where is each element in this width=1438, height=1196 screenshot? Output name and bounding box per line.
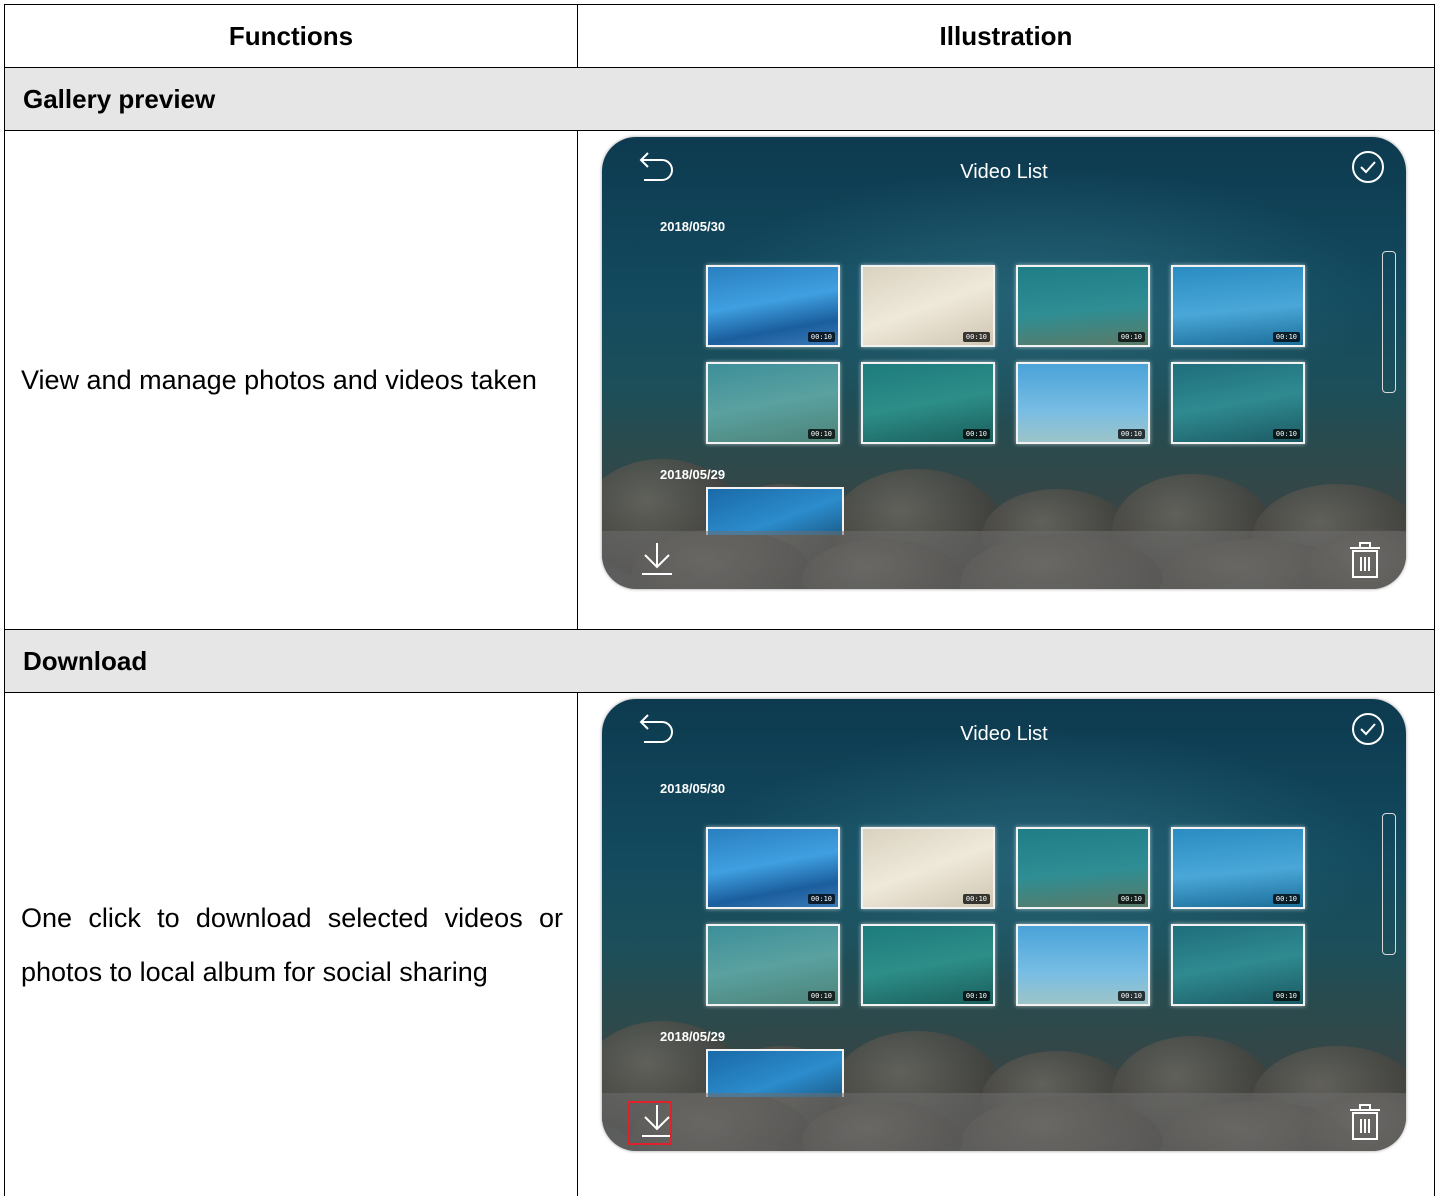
- video-thumbnail[interactable]: 00:10: [706, 265, 840, 347]
- duration-badge: 00:10: [1273, 894, 1300, 904]
- function-description: One click to download selected videos or…: [5, 891, 577, 999]
- video-thumbnail[interactable]: [706, 1049, 844, 1097]
- duration-badge: 00:10: [963, 894, 990, 904]
- function-cell-download: One click to download selected videos or…: [5, 693, 578, 1196]
- illustration-cell-download: Video List2018/05/3000:1000:1000:1000:10…: [578, 693, 1435, 1196]
- duration-badge: 00:10: [1273, 332, 1300, 342]
- video-thumbnail[interactable]: 00:10: [1171, 827, 1305, 909]
- date-label: 2018/05/30: [660, 781, 725, 796]
- scrollbar[interactable]: [1382, 813, 1396, 955]
- trash-icon[interactable]: [1348, 1101, 1382, 1141]
- video-thumbnail[interactable]: 00:10: [861, 924, 995, 1006]
- date-label: 2018/05/29: [660, 1029, 725, 1044]
- app-screenshot: Video List2018/05/3000:1000:1000:1000:10…: [602, 699, 1406, 1151]
- trash-icon[interactable]: [1348, 539, 1382, 579]
- video-thumbnail[interactable]: 00:10: [861, 362, 995, 444]
- duration-badge: 00:10: [1273, 429, 1300, 439]
- app-screenshot: Video List2018/05/3000:1000:1000:1000:10…: [602, 137, 1406, 589]
- video-grid: 00:10 00:10 00:10 00:10 00:10 00:10 00:10 00:10: [706, 827, 1305, 1006]
- video-thumbnail[interactable]: 00:10: [1171, 924, 1305, 1006]
- duration-badge: 00:10: [963, 332, 990, 342]
- section-title-gallery-preview: Gallery preview: [5, 68, 1435, 131]
- video-thumbnail[interactable]: 00:10: [861, 265, 995, 347]
- duration-badge: 00:10: [1118, 429, 1145, 439]
- video-thumbnail[interactable]: 00:10: [861, 827, 995, 909]
- bottom-toolbar: [602, 1093, 1406, 1151]
- duration-badge: 00:10: [963, 429, 990, 439]
- video-thumbnail[interactable]: 00:10: [1016, 827, 1150, 909]
- functions-table: Functions Illustration Gallery preview V…: [4, 4, 1435, 1196]
- video-thumbnail[interactable]: 00:10: [706, 827, 840, 909]
- video-thumbnail[interactable]: 00:10: [1016, 362, 1150, 444]
- illustration-header: Illustration: [578, 5, 1435, 68]
- check-circle-icon[interactable]: [1350, 149, 1386, 185]
- video-grid: 00:10 00:10 00:10 00:10 00:10 00:10 00:10 00:10: [706, 265, 1305, 444]
- function-cell-gallery: View and manage photos and videos taken: [5, 131, 578, 630]
- video-thumbnail[interactable]: 00:10: [1016, 924, 1150, 1006]
- bottom-toolbar: [602, 531, 1406, 589]
- date-label: 2018/05/30: [660, 219, 725, 234]
- download-highlight-box: [628, 1101, 672, 1145]
- video-thumbnail[interactable]: 00:10: [706, 362, 840, 444]
- screen-title: Video List: [602, 723, 1406, 746]
- video-thumbnail[interactable]: 00:10: [706, 924, 840, 1006]
- duration-badge: 00:10: [808, 991, 835, 1001]
- video-thumbnail[interactable]: 00:10: [1171, 362, 1305, 444]
- screen-title: Video List: [602, 161, 1406, 184]
- video-thumbnail[interactable]: [706, 487, 844, 535]
- video-thumbnail[interactable]: 00:10: [1016, 265, 1150, 347]
- duration-badge: 00:10: [808, 894, 835, 904]
- date-label: 2018/05/29: [660, 467, 725, 482]
- check-circle-icon[interactable]: [1350, 711, 1386, 747]
- duration-badge: 00:10: [808, 332, 835, 342]
- illustration-cell-gallery: Video List2018/05/3000:1000:1000:1000:10…: [578, 131, 1435, 630]
- download-icon[interactable]: [640, 541, 674, 577]
- duration-badge: 00:10: [808, 429, 835, 439]
- function-description: View and manage photos and videos taken: [5, 353, 577, 407]
- duration-badge: 00:10: [1273, 991, 1300, 1001]
- section-title-download: Download: [5, 630, 1435, 693]
- duration-badge: 00:10: [1118, 894, 1145, 904]
- video-thumbnail[interactable]: 00:10: [1171, 265, 1305, 347]
- duration-badge: 00:10: [1118, 991, 1145, 1001]
- duration-badge: 00:10: [963, 991, 990, 1001]
- functions-header: Functions: [5, 5, 578, 68]
- duration-badge: 00:10: [1118, 332, 1145, 342]
- scrollbar[interactable]: [1382, 251, 1396, 393]
